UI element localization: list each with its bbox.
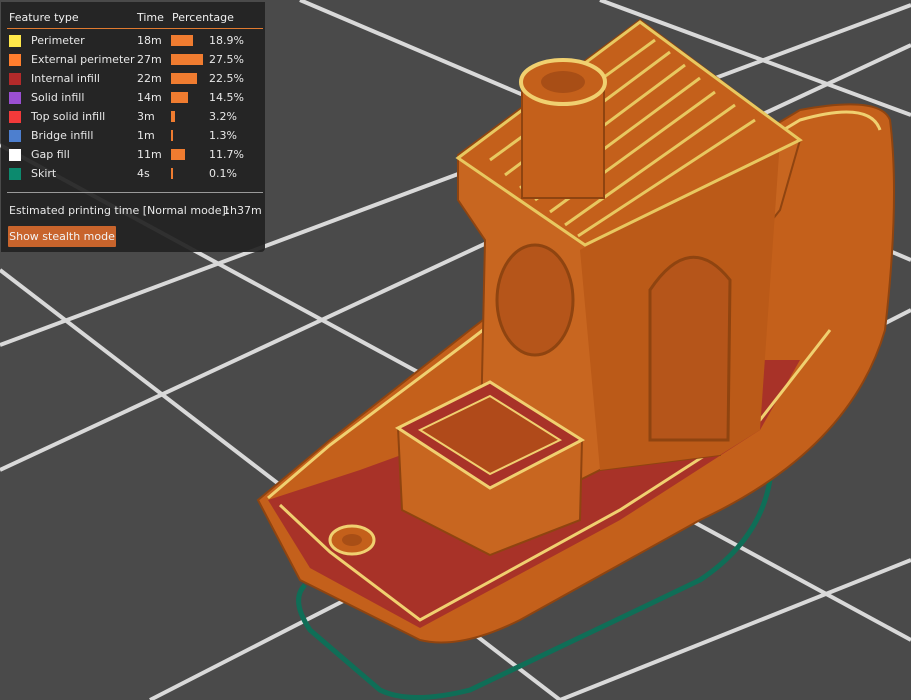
legend-row-external-perimeter: External perimeter 27m 27.5% [1,53,265,72]
show-stealth-mode-button[interactable]: Show stealth mode [8,226,116,247]
feature-percentage: 3.2% [209,110,237,123]
header-percentage: Percentage [172,11,234,24]
cabin-door [648,255,732,442]
feature-time: 14m [137,91,162,104]
percentage-bar [171,149,185,160]
legend-row-gap-fill: Gap fill 11m 11.7% [1,148,265,167]
feature-name: Solid infill [31,91,85,104]
feature-name: Internal infill [31,72,100,85]
legend-row-perimeter: Perimeter 18m 18.9% [1,34,265,53]
feature-percentage: 11.7% [209,148,244,161]
color-swatch [9,35,21,47]
color-swatch [9,73,21,85]
percentage-bar [171,130,173,141]
header-feature-type: Feature type [9,11,79,24]
feature-percentage: 22.5% [209,72,244,85]
color-swatch [9,130,21,142]
feature-percentage: 1.3% [209,129,237,142]
feature-name: External perimeter [31,53,135,66]
color-swatch [9,168,21,180]
feature-percentage: 18.9% [209,34,244,47]
percentage-bar [171,73,198,84]
feature-percentage: 27.5% [209,53,244,66]
percentage-bar [171,35,193,46]
color-swatch [9,111,21,123]
legend-row-skirt: Skirt 4s 0.1% [1,167,265,186]
feature-time: 27m [137,53,162,66]
percentage-bar [171,54,203,65]
feature-name: Gap fill [31,148,70,161]
feature-time: 4s [137,167,150,180]
header-divider [7,28,263,29]
estimated-time-value: 1h37m [223,204,262,217]
feature-percentage: 14.5% [209,91,244,104]
legend-row-bridge-infill: Bridge infill 1m 1.3% [1,129,265,148]
estimated-time-label: Estimated printing time [Normal mode]: [9,204,230,217]
header-time: Time [137,11,164,24]
legend-row-solid-infill: Solid infill 14m 14.5% [1,91,265,110]
feature-time: 22m [137,72,162,85]
legend-row-top-solid-infill: Top solid infill 3m 3.2% [1,110,265,129]
footer-divider [7,192,263,193]
feature-time: 11m [137,148,162,161]
color-swatch [9,92,21,104]
feature-name: Top solid infill [31,110,106,123]
color-swatch [9,149,21,161]
feature-name: Skirt [31,167,57,180]
percentage-bar [171,168,173,179]
feature-time: 3m [137,110,155,123]
percentage-bar [171,111,175,122]
legend-row-internal-infill: Internal infill 22m 22.5% [1,72,265,91]
porthole [495,243,575,357]
legend-panel: Feature type Time Percentage Perimeter 1… [1,2,265,252]
feature-time: 1m [137,129,155,142]
feature-name: Perimeter [31,34,85,47]
feature-time: 18m [137,34,162,47]
percentage-bar [171,92,188,103]
feature-percentage: 0.1% [209,167,237,180]
color-swatch [9,54,21,66]
feature-name: Bridge infill [31,129,94,142]
